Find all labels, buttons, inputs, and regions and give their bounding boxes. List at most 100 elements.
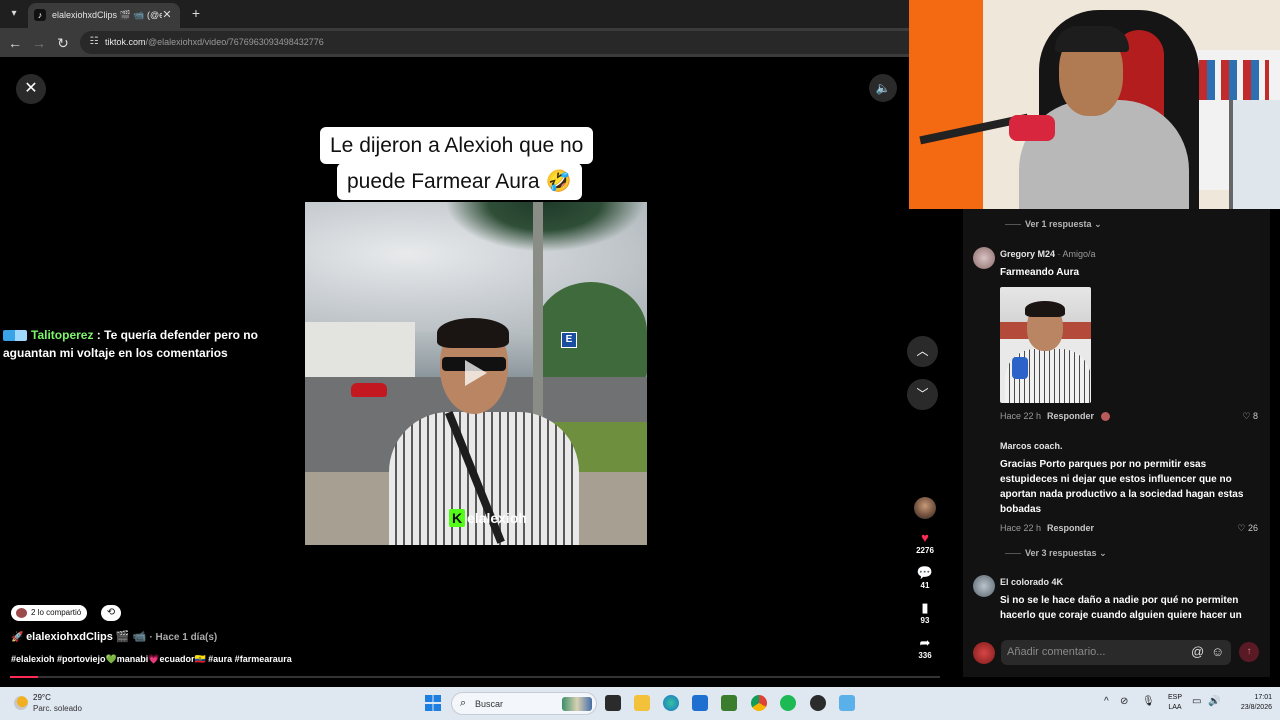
- browser-tab[interactable]: ♪ elalexiohxdClips 🎬 📹 (@el ✕: [28, 3, 180, 28]
- commenter-name[interactable]: El colorado 4K: [1000, 576, 1063, 588]
- weather-temperature[interactable]: 29°C: [33, 693, 51, 703]
- comment-like-button[interactable]: ♡ 26: [1237, 522, 1258, 534]
- comment-text: Si no se le hace daño a nadie por qué no…: [1000, 595, 1242, 621]
- save-button[interactable]: ▮ 93: [910, 601, 940, 627]
- close-video-button[interactable]: ✕: [16, 74, 46, 104]
- next-video-button[interactable]: ﹀: [907, 379, 938, 410]
- divider: [1005, 553, 1021, 555]
- comment-input[interactable]: Añadir comentario... @ ☺: [1001, 640, 1231, 665]
- address-bar[interactable]: ☷ tiktok.com/@elalexiohxd/video/76769630…: [80, 31, 910, 54]
- webcam-microphone: [1009, 115, 1055, 141]
- like-button[interactable]: ♥ 2276: [910, 531, 940, 557]
- back-icon[interactable]: ←: [6, 34, 24, 52]
- video-caption: Le dijeron a Alexioh que no puede Farmea…: [320, 127, 624, 202]
- video-trees: [535, 282, 647, 382]
- chrome-icon[interactable]: [751, 695, 767, 711]
- keyboard-layout: LAA: [1168, 704, 1182, 711]
- network-off-icon[interactable]: ⊘: [1120, 696, 1128, 708]
- obs-icon[interactable]: [810, 695, 826, 711]
- post-hashtags[interactable]: #elalexioh #portoviejo💚manabi💗ecuador🇪🇨 …: [11, 653, 292, 665]
- mention-icon[interactable]: @: [1191, 644, 1204, 660]
- tab-search-icon[interactable]: ▾: [6, 6, 22, 22]
- friend-tag: · Amigo/a: [1057, 249, 1096, 259]
- emoji-icon[interactable]: ☺: [1211, 644, 1224, 660]
- view-replies-button[interactable]: Ver 3 respuestas ⌄: [1005, 547, 1107, 559]
- comment-time: Hace 22 h: [1000, 523, 1042, 533]
- video-red-car: [351, 383, 387, 397]
- file-explorer-icon[interactable]: [634, 695, 650, 711]
- view-replies-button[interactable]: Ver 1 respuesta ⌄: [1005, 218, 1102, 230]
- shared-label: 2 lo compartió: [31, 608, 82, 617]
- shared-by-pill[interactable]: 2 lo compartió: [11, 605, 88, 621]
- clock[interactable]: 17:01 23/8/2026: [1228, 693, 1272, 713]
- view-replies-label: Ver 3 respuestas: [1025, 548, 1097, 558]
- liked-by-avatar-icon: [1100, 412, 1110, 422]
- microphone-icon[interactable]: 🎙: [1142, 696, 1155, 708]
- tray-chevron-icon[interactable]: ^: [1104, 696, 1109, 708]
- edge-icon[interactable]: [663, 695, 679, 711]
- author-name[interactable]: elalexiohxdClips 🎬 📹: [26, 631, 146, 643]
- browser-toolbar: ← → ↻ ☷ tiktok.com/@elalexiohxd/video/76…: [0, 28, 910, 57]
- previous-video-button[interactable]: ︿: [907, 336, 938, 367]
- comment-text: Gracias Porto parques por no permitir es…: [1000, 459, 1244, 515]
- creator-avatar[interactable]: [914, 497, 936, 519]
- weather-description[interactable]: Parc. soleado: [33, 704, 82, 714]
- caption-line: Le dijeron a Alexioh que no: [320, 127, 594, 164]
- send-comment-button[interactable]: ↑: [1239, 642, 1259, 662]
- webcam-overlay: [909, 0, 1280, 209]
- comment-button[interactable]: 💬 41: [910, 566, 940, 592]
- new-tab-icon[interactable]: +: [188, 5, 204, 21]
- clock-time: 17:01: [1254, 694, 1272, 701]
- comment-image[interactable]: [1000, 287, 1091, 403]
- reply-button[interactable]: Responder: [1047, 411, 1094, 421]
- speaker-icon[interactable]: 🔊: [1208, 696, 1220, 708]
- minecraft-icon[interactable]: [721, 695, 737, 711]
- play-icon[interactable]: [465, 360, 487, 386]
- task-view-icon[interactable]: [605, 695, 621, 711]
- site-info-icon[interactable]: ☷: [88, 36, 100, 48]
- reload-icon[interactable]: ↻: [54, 34, 72, 52]
- comment-like-button[interactable]: ♡ 8: [1242, 410, 1258, 422]
- share-count: 336: [918, 651, 932, 660]
- chevron-down-icon: ⌄: [1094, 219, 1102, 229]
- video-progress-bar[interactable]: [10, 676, 940, 678]
- notepad-icon[interactable]: [839, 695, 855, 711]
- weather-icon[interactable]: [14, 696, 28, 710]
- webcam-person-cap: [1055, 26, 1129, 52]
- tiktok-favicon-icon: ♪: [34, 9, 46, 21]
- save-count: 93: [920, 616, 930, 625]
- forward-icon[interactable]: →: [30, 34, 48, 52]
- reply-button[interactable]: Responder: [1047, 523, 1094, 533]
- comment-like-count: 8: [1252, 411, 1258, 421]
- windows-start-icon[interactable]: [425, 695, 441, 711]
- tab-title: elalexiohxdClips 🎬 📹 (@el: [52, 10, 162, 20]
- taskbar-search[interactable]: ⌕ Buscar: [451, 692, 597, 715]
- commenter-avatar[interactable]: [973, 439, 995, 461]
- commenter-name[interactable]: Gregory M24 · Amigo/a: [1000, 248, 1096, 260]
- post-author-line: 🚀 elalexiohxdClips 🎬 📹 · Hace 1 día(s): [11, 629, 217, 646]
- commenter-name[interactable]: Marcos coach.: [1000, 440, 1063, 452]
- like-count: 2276: [916, 546, 934, 555]
- display-icon[interactable]: ▭: [1192, 696, 1201, 708]
- shared-avatar: [16, 608, 27, 618]
- search-highlight-image: [562, 697, 592, 711]
- repost-icon[interactable]: ⟲: [101, 605, 121, 621]
- share-button[interactable]: ➦ 336: [910, 636, 940, 662]
- comment-like-count: 26: [1247, 523, 1258, 533]
- language-indicator[interactable]: ESP LAA: [1165, 693, 1185, 713]
- url-host: tiktok.com: [105, 37, 146, 47]
- clock-date: 23/8/2026: [1240, 704, 1272, 711]
- heart-outline-icon: ♡: [1242, 411, 1251, 421]
- video-player[interactable]: E Kelalexioh: [305, 202, 647, 545]
- commenter-avatar[interactable]: [973, 247, 995, 269]
- store-icon[interactable]: [692, 695, 708, 711]
- divider: [1005, 224, 1021, 226]
- video-person-hair: [437, 318, 509, 348]
- comment-meta: Hace 22 h Responder: [1000, 522, 1094, 534]
- spotify-icon[interactable]: [780, 695, 796, 711]
- volume-icon[interactable]: 🔈: [869, 74, 897, 102]
- tab-close-icon[interactable]: ✕: [160, 8, 174, 22]
- search-icon: ⌕: [460, 697, 467, 709]
- commenter-avatar[interactable]: [973, 575, 995, 597]
- video-street-sign: E: [561, 332, 577, 348]
